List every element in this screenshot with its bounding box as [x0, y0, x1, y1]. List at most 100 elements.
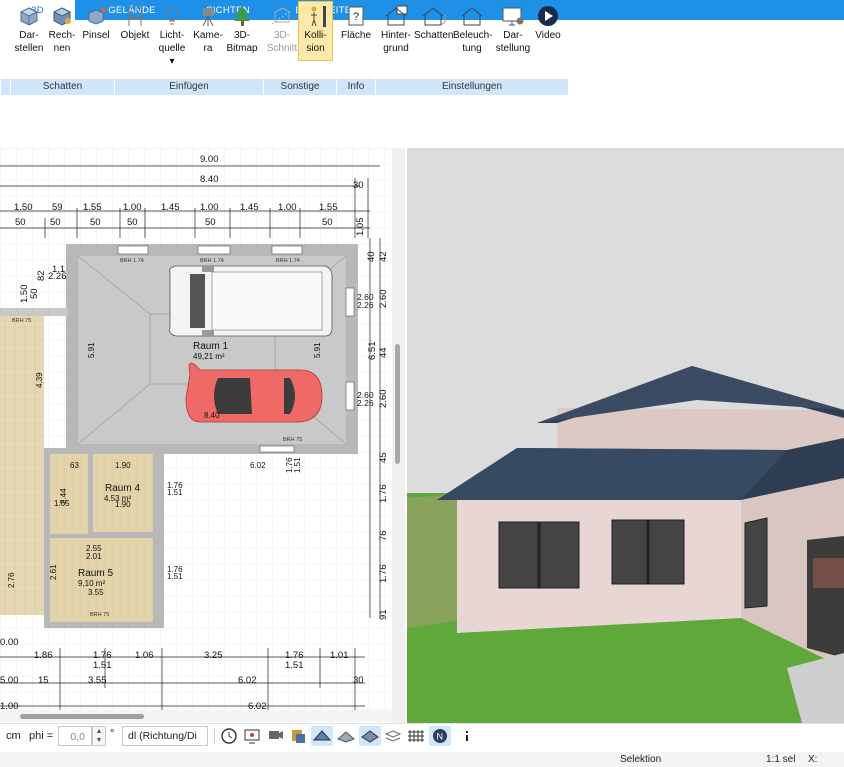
- kamera-button[interactable]: Kame- ra: [191, 2, 225, 60]
- darstellung-button[interactable]: Dar- stellung: [493, 2, 533, 60]
- room-5-name: Raum 5: [78, 568, 113, 579]
- dim-2-01: 2.01: [86, 552, 102, 561]
- solid-view-icon[interactable]: [359, 726, 381, 746]
- brh-label-3: BRH 1.74: [276, 258, 300, 264]
- plan-horizontal-scroll-thumb[interactable]: [20, 714, 144, 719]
- phi-stepper[interactable]: ▲ ▼: [92, 726, 106, 746]
- darstellen-label-2: stellen: [14, 43, 44, 54]
- hall-floor[interactable]: [50, 454, 88, 534]
- kamera-label-1: Kame-: [193, 30, 223, 41]
- white-van-model[interactable]: [169, 265, 333, 337]
- clock-icon[interactable]: [218, 726, 240, 746]
- dim-8-40-inner: 8.40: [204, 411, 220, 420]
- 3d-schnitt-label-2: Schnitt: [266, 43, 298, 54]
- floor-plan-view[interactable]: 9.00 8.40 30 1.50 50 59 1.55 1.00 1.45 1…: [0, 148, 392, 723]
- monitor-icon[interactable]: [241, 726, 263, 746]
- hintergrund-label-2: grund: [383, 43, 409, 54]
- play-icon: [538, 6, 558, 26]
- dim-63: 63: [70, 461, 79, 470]
- dim-6-51: 6.51: [367, 342, 378, 361]
- kollision-button[interactable]: Kolli- sion: [298, 1, 333, 61]
- status-bar: Selektion 1:1 sel X:: [0, 752, 844, 767]
- dim-1-50: 1.50: [14, 202, 33, 213]
- objekt-button[interactable]: Objekt: [117, 2, 153, 60]
- dim-1-90-a: 1.90: [115, 461, 131, 470]
- brh-label-6: BRH 75: [90, 612, 109, 618]
- dim-30-b: 30: [353, 675, 364, 686]
- camera-path-icon[interactable]: [264, 726, 286, 746]
- wireframe-icon[interactable]: [335, 726, 357, 746]
- dim-5-91-b: 5.91: [313, 342, 322, 358]
- grid-icon[interactable]: [405, 726, 427, 746]
- pinsel-button[interactable]: Pinsel: [80, 2, 112, 60]
- dim-1-01: 1.01: [330, 650, 349, 661]
- hintergrund-label-1: Hinter-: [380, 30, 411, 41]
- kollision-label-1: Kolli-: [304, 30, 327, 41]
- flaeche-label: Fläche: [340, 30, 371, 41]
- status-selection: 1:1 sel: [766, 754, 796, 765]
- room-4-name: Raum 4: [105, 483, 140, 494]
- dim-4-39: 4.39: [35, 372, 44, 388]
- living-room-top-wall: [0, 308, 68, 316]
- living-room-floor[interactable]: [0, 310, 44, 615]
- layers-icon[interactable]: [382, 726, 404, 746]
- dim-2-60-d: 2.60: [378, 390, 389, 409]
- dim-59: 59: [52, 202, 63, 213]
- video-button[interactable]: Video: [533, 2, 563, 60]
- dim-1-00-a: 1.00: [123, 202, 142, 213]
- rechnen-label-2: nen: [53, 43, 71, 54]
- floor-plan-drawing[interactable]: 9.00 8.40 30 1.50 50 59 1.55 1.00 1.45 1…: [0, 148, 392, 723]
- dim-1-86: 1.86: [34, 650, 53, 661]
- room-1-name: Raum 1: [193, 341, 228, 352]
- dim-2-61: 2.61: [49, 564, 58, 580]
- texture-icon[interactable]: [287, 726, 309, 746]
- room-1-area: 49,21 m²: [193, 352, 225, 361]
- beleuchtung-label-1: Beleuch-: [453, 30, 493, 41]
- hintergrund-button[interactable]: Hinter- grund: [378, 2, 414, 60]
- phi-input[interactable]: 0,0: [58, 726, 92, 746]
- dim-15: 15: [38, 675, 49, 686]
- dim-76-r: 76: [378, 530, 389, 541]
- 3d-schnitt-label-1: 3D-: [273, 30, 291, 41]
- 3d-schnitt-button[interactable]: 3D- Schnitt: [265, 2, 299, 60]
- dim-50-b: 50: [50, 217, 61, 228]
- dim-1-55-b: 1.55: [319, 202, 338, 213]
- dim-82: 82: [36, 270, 47, 281]
- plan-vertical-scroll-thumb[interactable]: [395, 344, 400, 464]
- kamera-label-2: ra: [203, 43, 213, 54]
- 3d-view[interactable]: [407, 148, 844, 723]
- paint-cube-icon: [88, 6, 107, 25]
- dim-1-51-b: 1.51: [93, 660, 112, 671]
- bitmap-button[interactable]: 3D- Bitmap: [225, 2, 259, 60]
- dim-1-76-r2: 1.76: [378, 565, 389, 584]
- north-icon[interactable]: N: [429, 726, 451, 746]
- video-label: Video: [535, 30, 561, 41]
- darstellung-label-2: stellung: [495, 43, 531, 54]
- direction-select[interactable]: dl (Richtung/Di: [122, 726, 208, 746]
- more-options-icon[interactable]: [456, 726, 478, 746]
- degree-symbol: °: [110, 728, 115, 740]
- flaeche-button[interactable]: ? Fläche: [338, 2, 374, 60]
- dim-5-00: 5.00: [0, 675, 19, 686]
- dim-50-d: 50: [127, 217, 138, 228]
- dim-30-top: 30: [353, 180, 364, 191]
- brh-label-5: BRH 75: [12, 318, 31, 324]
- beleuchtung-button[interactable]: Beleuch- tung: [453, 2, 493, 60]
- rechnen-button[interactable]: Rech- nen: [46, 2, 78, 60]
- 3d-scene[interactable]: [407, 148, 844, 723]
- dim-50-v: 50: [29, 288, 40, 299]
- dim-6-02-i: 6.02: [250, 461, 266, 470]
- group-edge: [0, 79, 10, 95]
- schatten-button[interactable]: Schatten: [414, 2, 453, 60]
- beleuchtung-label-2: tung: [462, 43, 482, 54]
- dim-1-90-b: 1.90: [115, 500, 131, 509]
- group-einstellungen: Einstellungen: [375, 79, 568, 95]
- darstellen-button[interactable]: Dar- stellen: [9, 2, 49, 60]
- room-5-area: 9,10 m²: [78, 579, 105, 588]
- render-mode-icon[interactable]: [311, 726, 333, 746]
- bitmap-label-2: Bitmap: [226, 43, 258, 54]
- dim-6-02-b: 6.02: [238, 675, 257, 686]
- phi-label: phi =: [29, 730, 54, 742]
- lichtquelle-button[interactable]: Licht- quelle ▾: [155, 2, 189, 67]
- dim-44: 44: [378, 347, 389, 358]
